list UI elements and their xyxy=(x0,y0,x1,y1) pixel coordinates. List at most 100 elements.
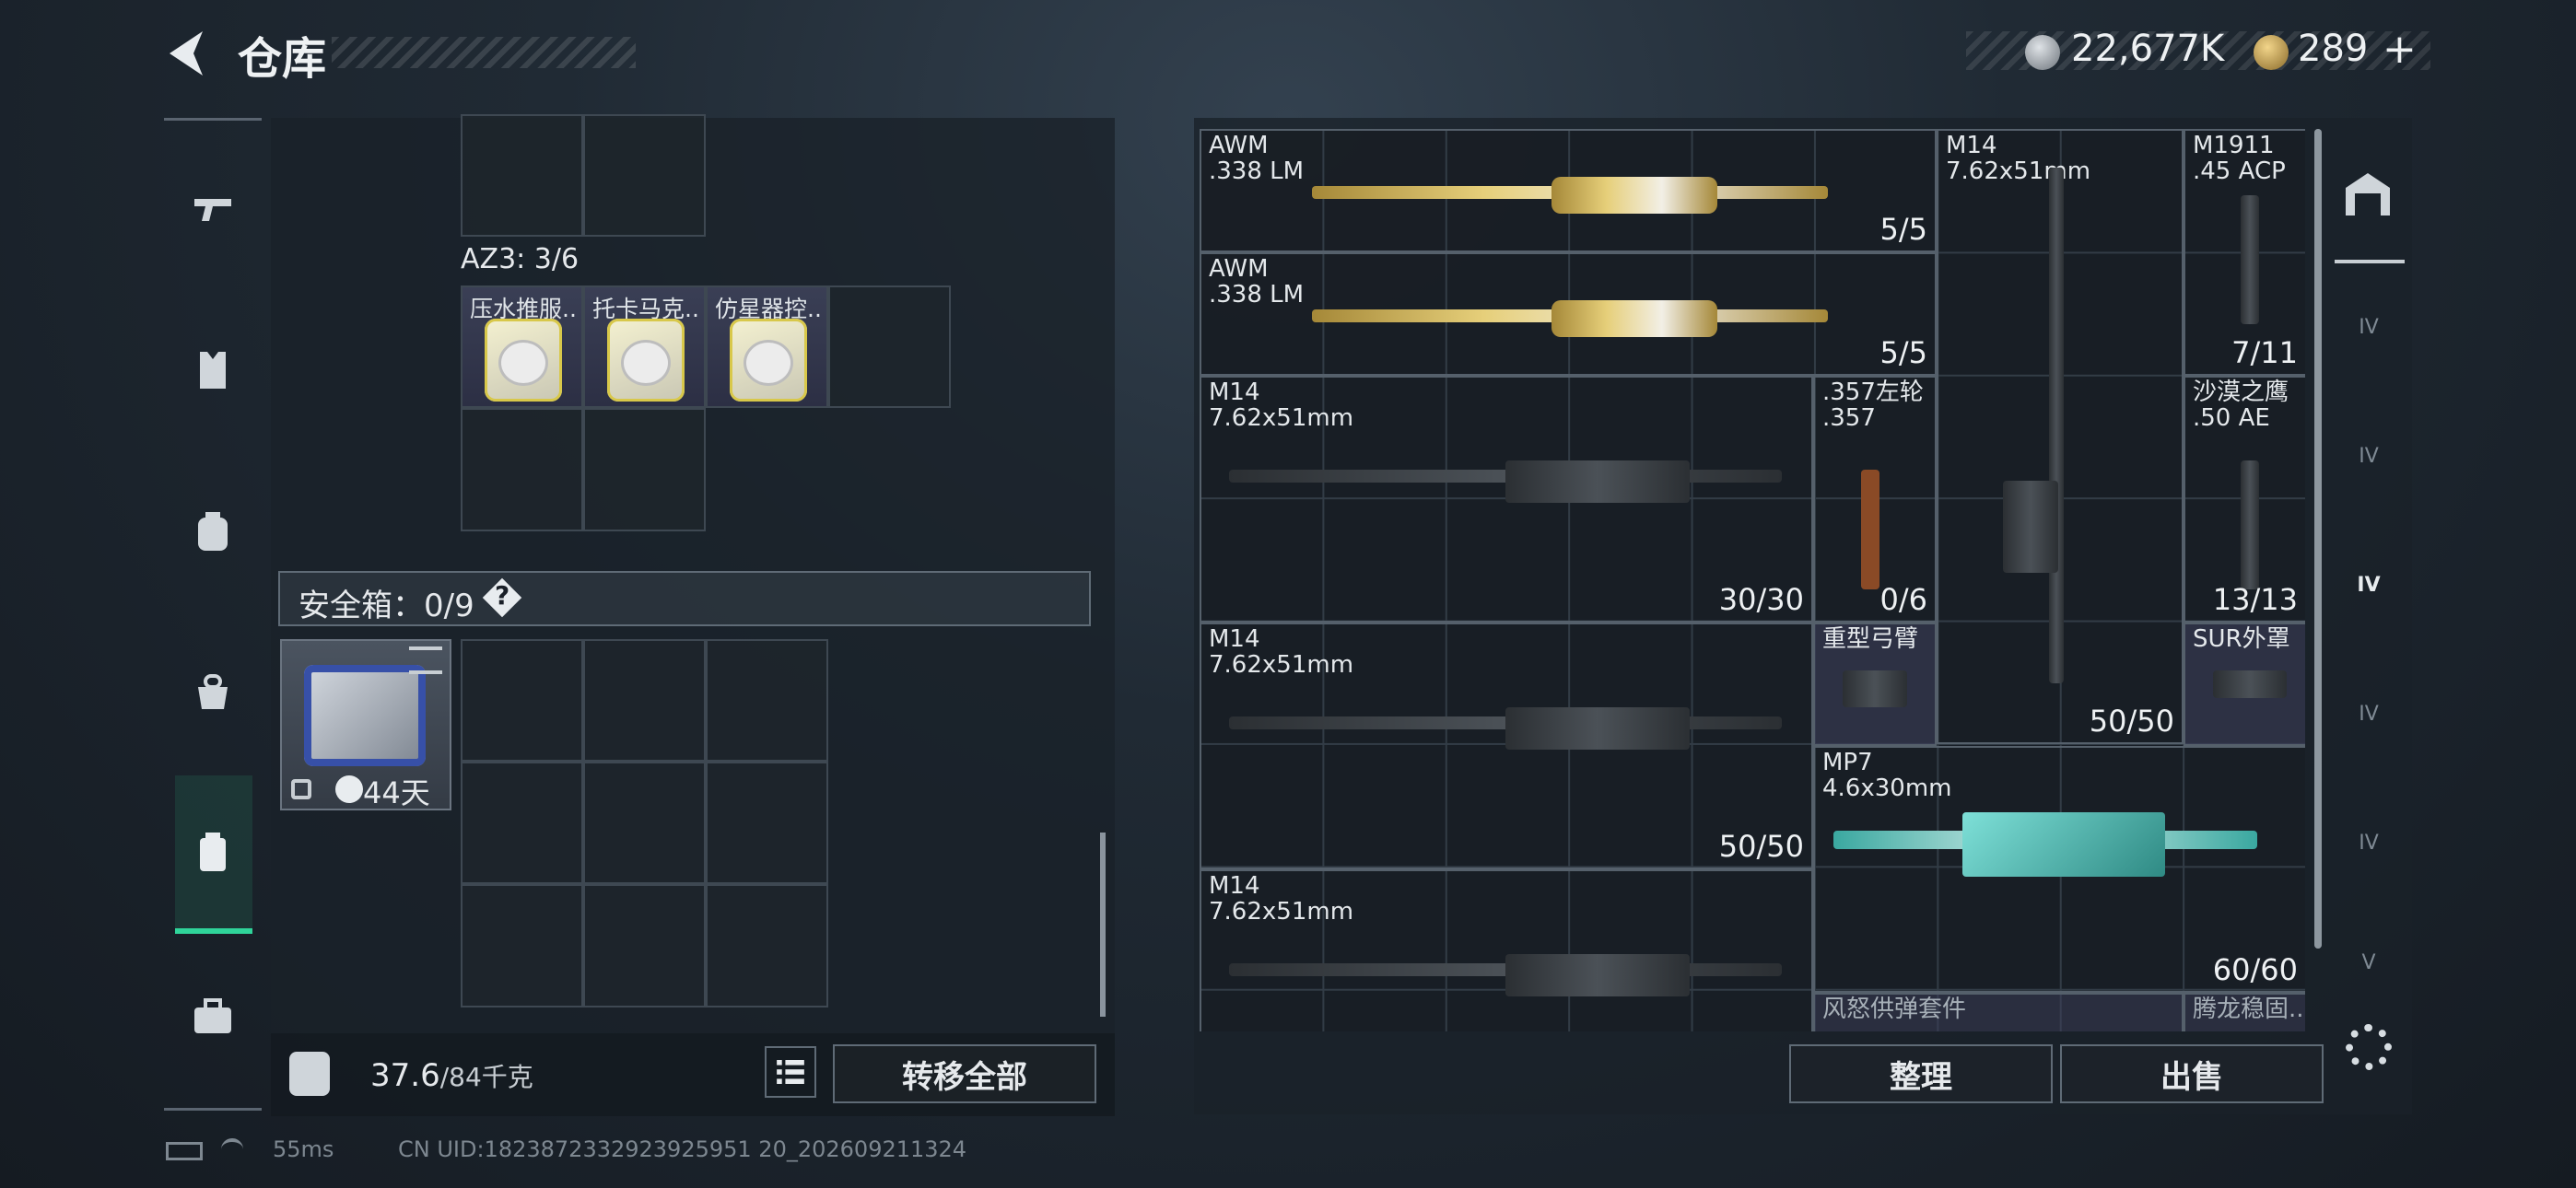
gold-amount: 289 xyxy=(2298,28,2369,70)
safe-slot[interactable] xyxy=(461,884,583,1007)
attachment-card[interactable]: 腾龙稳固... xyxy=(2184,993,2305,1031)
warehouse-icon[interactable] xyxy=(2338,166,2397,225)
tab-container-2[interactable]: IV xyxy=(2336,405,2401,507)
rifle-stock-icon xyxy=(1551,300,1717,337)
attachment-card[interactable]: 重型弓臂 xyxy=(1813,623,1937,746)
title-decoration xyxy=(332,37,636,68)
transfer-all-button[interactable]: 转移全部 xyxy=(833,1044,1096,1103)
weapon-card-awm[interactable]: AWM .338 LM 5/5 xyxy=(1200,129,1937,252)
settings-gear-icon[interactable] xyxy=(2346,1024,2392,1070)
back-arrow-icon[interactable] xyxy=(162,28,214,79)
swap-icon[interactable] xyxy=(409,646,442,674)
safe-slot[interactable] xyxy=(583,639,706,762)
ammo-count: 13/13 xyxy=(2212,582,2298,617)
container-icon[interactable] xyxy=(164,807,262,899)
item-pack-icon xyxy=(730,319,807,402)
battery-icon xyxy=(166,1142,203,1160)
attachment-card[interactable]: 风怒供弹套件 xyxy=(1813,993,2184,1031)
ammo-count: 30/30 xyxy=(1718,582,1804,617)
weapon-card-desert-eagle[interactable]: 沙漠之鹰 .50 AE 13/13 xyxy=(2184,376,2305,623)
safe-slot[interactable] xyxy=(583,762,706,884)
list-icon xyxy=(777,1060,804,1084)
ammo-count: 5/5 xyxy=(1879,212,1928,247)
storage-slot[interactable] xyxy=(461,114,583,237)
list-view-button[interactable] xyxy=(765,1046,816,1098)
inventory-scrollbar-thumb[interactable] xyxy=(2314,129,2322,949)
weapon-name: M14 7.62x51mm xyxy=(1209,872,1354,926)
rifle-body-icon xyxy=(1505,954,1690,996)
az3-item[interactable]: 托卡马克... xyxy=(583,285,706,408)
weapon-card-m14[interactable]: M14 7.62x51mm 30/30 xyxy=(1200,376,1813,623)
weapon-card-mp7[interactable]: MP7 4.6x30mm 60/60 xyxy=(1813,746,2305,993)
safe-slot[interactable] xyxy=(706,762,828,884)
safe-slot[interactable] xyxy=(583,884,706,1007)
attachment-name: 风怒供弹套件 xyxy=(1822,996,1967,1023)
weapon-card-m14-vertical[interactable]: M14 7.62x51mm 50/50 xyxy=(1937,129,2184,744)
attachment-icon xyxy=(2213,670,2287,698)
days-remaining: 44天 xyxy=(363,775,430,810)
tab-container-6[interactable]: V xyxy=(2336,921,2401,1004)
bag-icon[interactable] xyxy=(164,645,262,737)
ammo-count: 60/60 xyxy=(2212,952,2298,987)
weapon-name: M14 7.62x51mm xyxy=(1209,379,1354,432)
rifle-mag-icon xyxy=(2003,481,2058,573)
storage-slot[interactable] xyxy=(828,285,951,408)
tab-container-1[interactable]: IV xyxy=(2336,276,2401,378)
add-currency-button[interactable]: + xyxy=(2383,26,2417,73)
attachment-name: SUR外罩 xyxy=(2193,625,2290,653)
weapon-name: M14 7.62x51mm xyxy=(1209,625,1354,679)
weight-current: 37.6 xyxy=(370,1057,440,1094)
rifle-body-icon xyxy=(1505,460,1690,503)
ammo-count: 7/11 xyxy=(2231,335,2298,370)
attachment-card[interactable]: SUR外罩 xyxy=(2184,623,2305,746)
toolbox-icon[interactable] xyxy=(164,971,262,1063)
storage-slot[interactable] xyxy=(583,114,706,237)
ammo-count: 0/6 xyxy=(1879,582,1928,617)
vest-icon[interactable] xyxy=(164,324,262,416)
sell-button[interactable]: 出售 xyxy=(2060,1044,2324,1103)
safe-slot[interactable] xyxy=(706,639,828,762)
tab-divider xyxy=(2335,260,2405,263)
gold-coin-icon xyxy=(2254,35,2289,70)
weapon-name: MP7 4.6x30mm xyxy=(1822,749,1952,802)
smg-body-icon xyxy=(1962,812,2165,877)
help-icon-text: ? xyxy=(495,580,510,611)
weapon-name: AWM .338 LM xyxy=(1209,132,1305,185)
az3-item[interactable]: 仿星器控... xyxy=(706,285,828,408)
weapon-card-m14[interactable]: M14 7.62x51mm xyxy=(1200,869,1813,1031)
storage-scrollbar[interactable] xyxy=(1100,833,1106,1017)
rifle-icon xyxy=(2049,168,2064,683)
weight-total: /84千克 xyxy=(439,1062,533,1092)
attachment-icon xyxy=(1843,670,1907,707)
az3-item[interactable]: 压水推服... xyxy=(461,285,583,408)
category-sidebar xyxy=(164,118,262,1111)
weight-readout: 37.6/84千克 xyxy=(370,1057,533,1094)
tab-container-5[interactable]: IV xyxy=(2336,792,2401,893)
storage-slot[interactable] xyxy=(461,408,583,531)
safe-box-icon xyxy=(304,665,426,766)
safe-slot[interactable] xyxy=(461,762,583,884)
silver-amount: 22,677K xyxy=(2071,28,2225,70)
tidy-button[interactable]: 整理 xyxy=(1789,1044,2053,1103)
weapon-card-m1911[interactable]: M1911 .45 ACP 7/11 xyxy=(2184,129,2305,376)
user-id: CN UID:1823872332923925951 20_2026092113… xyxy=(398,1136,967,1162)
az3-label: AZ3: 3/6 xyxy=(461,243,580,275)
weapon-name: 沙漠之鹰 .50 AE xyxy=(2193,379,2289,432)
safe-box-label: 安全箱：0/9 xyxy=(299,588,474,624)
safe-slot[interactable] xyxy=(706,884,828,1007)
storage-slot[interactable] xyxy=(583,408,706,531)
weapon-card-m14[interactable]: M14 7.62x51mm 50/50 xyxy=(1200,623,1813,869)
lock-icon xyxy=(291,779,311,799)
safe-slot[interactable] xyxy=(461,639,583,762)
ammo-count: 50/50 xyxy=(2089,704,2174,739)
silver-coin-icon xyxy=(2025,35,2060,70)
rifle-stock-icon xyxy=(1551,177,1717,214)
tab-container-3[interactable]: IV xyxy=(2336,534,2401,635)
weapon-card-revolver[interactable]: .357左轮 .357 0/6 xyxy=(1813,376,1937,623)
pistol-icon[interactable] xyxy=(164,162,262,254)
backpack-icon[interactable] xyxy=(164,486,262,578)
weapon-card-awm[interactable]: AWM .338 LM 5/5 xyxy=(1200,252,1937,376)
weapon-name: M14 7.62x51mm xyxy=(1946,132,2091,185)
tab-container-4[interactable]: IV xyxy=(2336,663,2401,764)
ping-readout: 55ms xyxy=(273,1136,334,1162)
